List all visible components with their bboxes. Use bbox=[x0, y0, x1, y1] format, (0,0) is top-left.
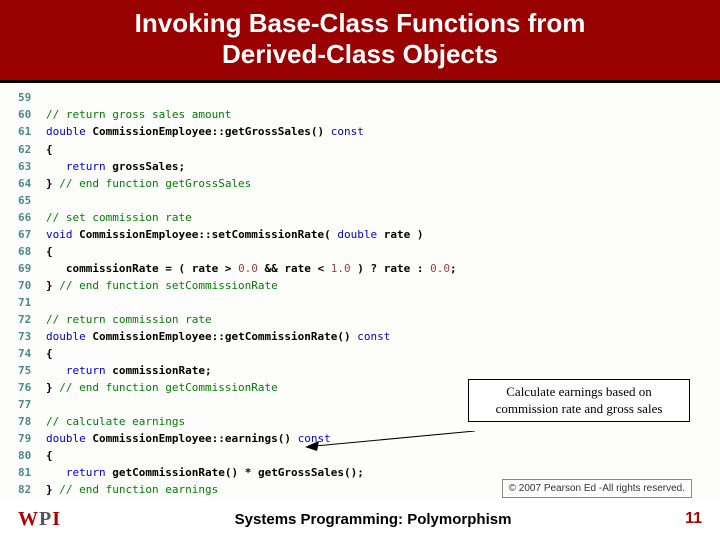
comment: // calculate earnings bbox=[46, 413, 185, 430]
logo-letter-i: I bbox=[52, 508, 61, 530]
line-number: 70 bbox=[18, 277, 46, 294]
code-text: } bbox=[46, 175, 59, 192]
comment: // return gross sales amount bbox=[46, 106, 231, 123]
line-number: 63 bbox=[18, 158, 46, 175]
code-text: commissionRate = ( rate > bbox=[46, 260, 238, 277]
code-text: { bbox=[46, 447, 53, 464]
keyword: double bbox=[46, 328, 86, 345]
line-number: 65 bbox=[18, 192, 46, 209]
footer-title: Systems Programming: Polymorphism bbox=[235, 511, 512, 528]
line-number: 67 bbox=[18, 226, 46, 243]
copyright-notice: © 2007 Pearson Ed -All rights reserved. bbox=[502, 479, 692, 498]
comment: // end function earnings bbox=[59, 481, 218, 498]
code-text: ; bbox=[450, 260, 457, 277]
keyword: return bbox=[66, 158, 106, 175]
title-line-1: Invoking Base-Class Functions from bbox=[135, 8, 586, 38]
line-number: 66 bbox=[18, 209, 46, 226]
line-number: 81 bbox=[18, 464, 46, 481]
page-number: 11 bbox=[685, 510, 702, 528]
keyword: double bbox=[337, 226, 377, 243]
code-text: grossSales; bbox=[106, 158, 185, 175]
keyword: const bbox=[357, 328, 390, 345]
line-number: 68 bbox=[18, 243, 46, 260]
code-text: && rate < bbox=[258, 260, 331, 277]
code-text bbox=[46, 464, 66, 481]
code-text: } bbox=[46, 277, 59, 294]
line-number: 72 bbox=[18, 311, 46, 328]
comment: // return commission rate bbox=[46, 311, 212, 328]
code-text: CommissionEmployee::getCommissionRate() bbox=[86, 328, 358, 345]
code-text: ) ? rate : bbox=[351, 260, 430, 277]
code-text: } bbox=[46, 481, 59, 498]
line-number: 59 bbox=[18, 89, 46, 106]
line-number: 61 bbox=[18, 123, 46, 140]
code-text: commissionRate; bbox=[106, 362, 212, 379]
title-line-2: Derived-Class Objects bbox=[222, 39, 498, 69]
line-number: 77 bbox=[18, 396, 46, 413]
slide-title: Invoking Base-Class Functions from Deriv… bbox=[20, 8, 700, 70]
code-text bbox=[46, 362, 66, 379]
line-number: 73 bbox=[18, 328, 46, 345]
code-text: { bbox=[46, 243, 53, 260]
logo-letter-w: W bbox=[18, 508, 39, 530]
code-text: CommissionEmployee::setCommissionRate( bbox=[73, 226, 338, 243]
keyword: double bbox=[46, 430, 86, 447]
keyword: void bbox=[46, 226, 73, 243]
code-text: { bbox=[46, 141, 53, 158]
number: 0.0 bbox=[430, 260, 450, 277]
comment: // end function getCommissionRate bbox=[59, 379, 278, 396]
line-number: 62 bbox=[18, 141, 46, 158]
callout-line-2: commission rate and gross sales bbox=[496, 401, 663, 416]
keyword: const bbox=[331, 123, 364, 140]
code-text: CommissionEmployee::earnings() bbox=[86, 430, 298, 447]
code-listing: 59 60// return gross sales amount 61doub… bbox=[0, 83, 720, 498]
line-number: 71 bbox=[18, 294, 46, 311]
comment: // end function getGrossSales bbox=[59, 175, 251, 192]
slide-footer: WPI Systems Programming: Polymorphism 11 bbox=[0, 502, 720, 540]
code-text: rate ) bbox=[377, 226, 423, 243]
line-number: 76 bbox=[18, 379, 46, 396]
line-number: 79 bbox=[18, 430, 46, 447]
code-text: } bbox=[46, 379, 59, 396]
keyword: double bbox=[46, 123, 86, 140]
arrow-icon bbox=[305, 431, 475, 451]
line-number: 74 bbox=[18, 345, 46, 362]
keyword: return bbox=[66, 464, 106, 481]
code-text bbox=[46, 158, 66, 175]
line-number: 78 bbox=[18, 413, 46, 430]
line-number: 69 bbox=[18, 260, 46, 277]
line-number: 64 bbox=[18, 175, 46, 192]
line-number: 75 bbox=[18, 362, 46, 379]
code-text: { bbox=[46, 345, 53, 362]
keyword: return bbox=[66, 362, 106, 379]
wpi-logo: WPI bbox=[18, 508, 61, 531]
comment: // set commission rate bbox=[46, 209, 192, 226]
callout-line-1: Calculate earnings based on bbox=[506, 384, 651, 399]
logo-letter-p: P bbox=[39, 508, 52, 530]
number: 1.0 bbox=[331, 260, 351, 277]
line-number: 82 bbox=[18, 481, 46, 498]
annotation-callout: Calculate earnings based on commission r… bbox=[468, 379, 690, 422]
line-number: 60 bbox=[18, 106, 46, 123]
number: 0.0 bbox=[238, 260, 258, 277]
code-text: getCommissionRate() * getGrossSales(); bbox=[106, 464, 364, 481]
slide-title-bar: Invoking Base-Class Functions from Deriv… bbox=[0, 0, 720, 83]
line-number: 80 bbox=[18, 447, 46, 464]
comment: // end function setCommissionRate bbox=[59, 277, 278, 294]
code-text: CommissionEmployee::getGrossSales() bbox=[86, 123, 331, 140]
